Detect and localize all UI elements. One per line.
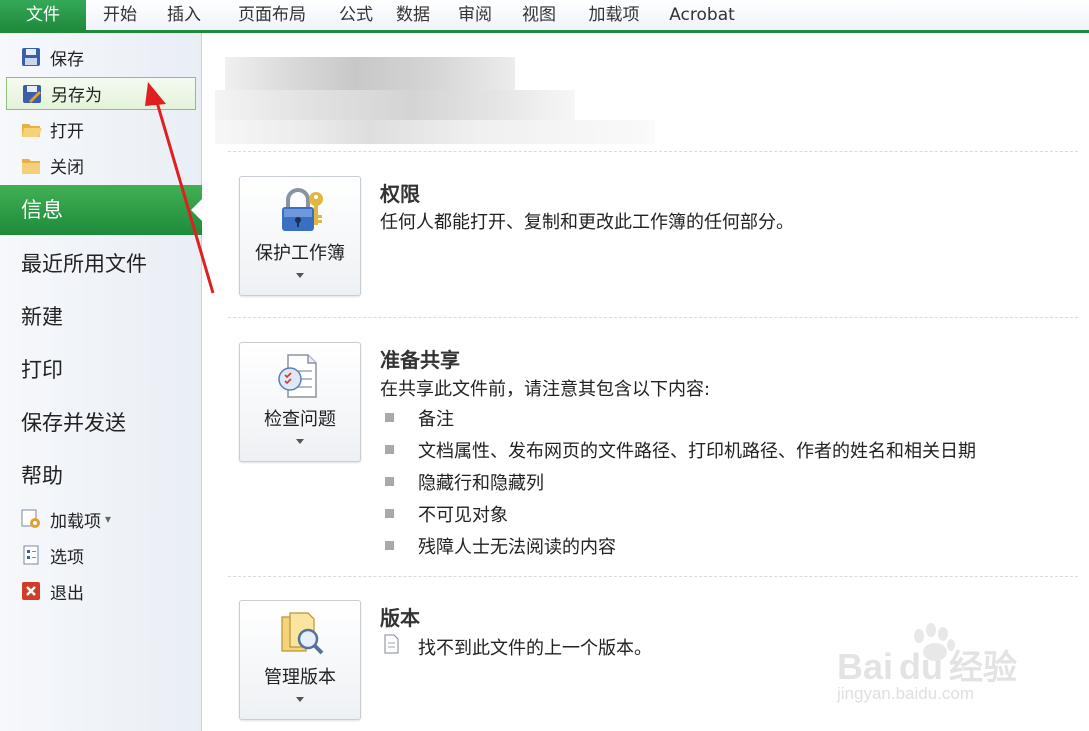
exit-icon	[20, 580, 42, 602]
divider	[228, 151, 1078, 152]
open-label: 打开	[50, 121, 84, 142]
nav-print[interactable]: 打印	[0, 345, 202, 395]
exit-button[interactable]: 退出	[6, 575, 196, 607]
save-button[interactable]: 保存	[6, 41, 196, 73]
permissions-text: 任何人都能打开、复制和更改此工作簿的任何部分。	[380, 212, 794, 233]
tab-view[interactable]: 视图	[506, 0, 572, 30]
save-as-label: 另存为	[51, 86, 102, 106]
tab-addins[interactable]: 加载项	[572, 0, 656, 30]
close-folder-icon	[20, 154, 42, 176]
exit-label: 退出	[50, 583, 84, 604]
nav-save-send[interactable]: 保存并发送	[0, 398, 202, 448]
ribbon-tab-bar: 文件 开始 插入 页面布局 公式 数据 审阅 视图 加载项 Acrobat	[0, 0, 1089, 33]
nav-help[interactable]: 帮助	[0, 451, 202, 501]
open-folder-icon	[20, 118, 42, 140]
protect-workbook-label: 保护工作簿	[255, 243, 345, 264]
save-as-icon	[21, 83, 43, 105]
manage-versions-button[interactable]: 管理版本	[239, 600, 361, 720]
chevron-down-icon	[296, 439, 304, 444]
nav-new[interactable]: 新建	[0, 292, 202, 342]
tab-data[interactable]: 数据	[382, 0, 444, 30]
divider	[228, 317, 1078, 318]
versions-text: 找不到此文件的上一个版本。	[418, 638, 652, 659]
addins-label: 加载项	[50, 511, 101, 532]
tab-home[interactable]: 开始	[86, 0, 154, 30]
addins-icon	[20, 508, 42, 530]
manage-versions-label: 管理版本	[264, 667, 336, 688]
floppy-icon	[20, 46, 42, 68]
divider	[228, 576, 1078, 577]
watermark-url: jingyan.baidu.com	[837, 684, 975, 703]
prepare-title: 准备共享	[380, 348, 460, 372]
tab-file[interactable]: 文件	[0, 0, 86, 30]
addins-button[interactable]: 加载项 ▾	[6, 503, 196, 535]
tab-insert[interactable]: 插入	[154, 0, 214, 30]
versions-title: 版本	[380, 606, 420, 630]
watermark-cn: 经验	[949, 649, 1018, 687]
chevron-down-icon	[296, 273, 304, 278]
check-issues-label: 检查问题	[264, 409, 336, 430]
options-button[interactable]: 选项	[6, 539, 196, 571]
close-label: 关闭	[50, 157, 84, 178]
protect-workbook-button[interactable]: 保护工作簿	[239, 176, 361, 296]
versions-icon	[276, 609, 326, 659]
chevron-down-icon: ▾	[105, 512, 112, 526]
lock-key-icon	[276, 185, 326, 235]
document-check-icon	[276, 351, 326, 401]
tab-review[interactable]: 审阅	[444, 0, 506, 30]
save-label: 保存	[50, 49, 84, 70]
watermark-du: du	[899, 646, 944, 687]
tab-acrobat[interactable]: Acrobat	[656, 0, 748, 30]
options-icon	[20, 544, 42, 566]
check-issues-button[interactable]: 检查问题	[239, 342, 361, 462]
baidu-watermark: Bai du 经验 jingyan.baidu.com	[835, 612, 1035, 712]
tab-formulas[interactable]: 公式	[330, 0, 382, 30]
chevron-down-icon	[296, 697, 304, 702]
tab-page-layout[interactable]: 页面布局	[214, 0, 330, 30]
prepare-text: 在共享此文件前，请注意其包含以下内容:	[380, 379, 711, 400]
red-arrow-annotation	[145, 82, 215, 294]
document-icon	[381, 634, 401, 658]
watermark-brand: Bai	[837, 646, 894, 687]
permissions-title: 权限	[380, 182, 420, 206]
options-label: 选项	[50, 547, 84, 568]
